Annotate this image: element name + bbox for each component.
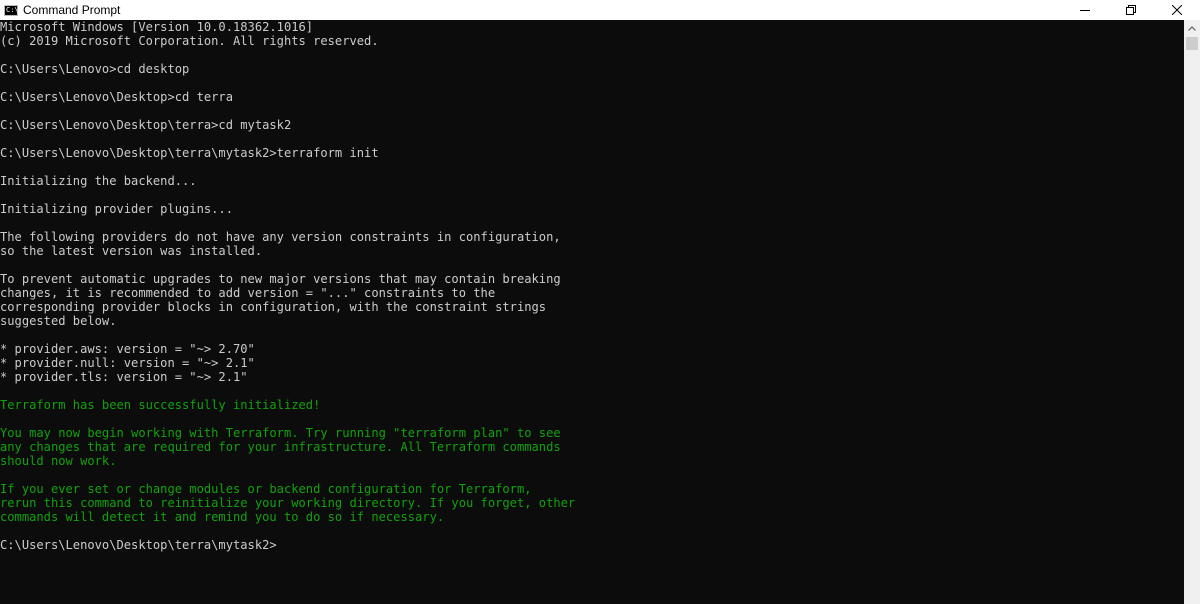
console-line: * provider.tls: version = "~> 2.1": [0, 370, 248, 384]
console-line: Initializing the backend...: [0, 174, 197, 188]
console-line: C:\Users\Lenovo\Desktop\terra\mytask2>te…: [0, 146, 379, 160]
console-line: commands will detect it and remind you t…: [0, 510, 445, 524]
close-icon: [1172, 5, 1182, 15]
scroll-thumb[interactable]: [1186, 37, 1198, 50]
console-line: C:\Users\Lenovo\Desktop\terra>cd mytask2: [0, 118, 292, 132]
console-line: so the latest version was installed.: [0, 244, 263, 258]
command-prompt-window: C:\ Command Prompt Microsoft Windows [Ve…: [0, 0, 1200, 604]
console-line: rerun this command to reinitialize your …: [0, 496, 576, 510]
console-line: corresponding provider blocks in configu…: [0, 300, 547, 314]
close-button[interactable]: [1154, 0, 1200, 20]
minimize-icon: [1080, 10, 1090, 11]
console-line: changes, it is recommended to add versio…: [0, 286, 496, 300]
console-line: * provider.null: version = "~> 2.1": [0, 356, 255, 370]
console-line: C:\Users\Lenovo\Desktop>cd terra: [0, 90, 233, 104]
app-icon-glyph: C:\: [6, 5, 19, 14]
console-line: (c) 2019 Microsoft Corporation. All righ…: [0, 34, 379, 48]
console-output[interactable]: Microsoft Windows [Version 10.0.18362.10…: [0, 20, 1184, 604]
vertical-scrollbar[interactable]: [1184, 20, 1200, 604]
console-line: To prevent automatic upgrades to new maj…: [0, 272, 561, 286]
minimize-button[interactable]: [1062, 0, 1108, 20]
console-line: Terraform has been successfully initiali…: [0, 398, 321, 412]
command-prompt-icon[interactable]: C:\: [4, 4, 19, 16]
restore-icon: [1126, 5, 1136, 15]
scroll-up-button[interactable]: [1184, 20, 1200, 36]
console-line: any changes that are required for your i…: [0, 440, 561, 454]
window-controls: [1062, 0, 1200, 20]
console-line: C:\Users\Lenovo>cd desktop: [0, 62, 190, 76]
chevron-up-icon: [1188, 25, 1196, 31]
console-line: Initializing provider plugins...: [0, 202, 233, 216]
window-title: Command Prompt: [23, 3, 121, 17]
restore-button[interactable]: [1108, 0, 1154, 20]
console-line: should now work.: [0, 454, 117, 468]
console-line: C:\Users\Lenovo\Desktop\terra\mytask2>: [0, 538, 277, 552]
console-line: If you ever set or change modules or bac…: [0, 482, 532, 496]
title-bar[interactable]: C:\ Command Prompt: [0, 0, 1200, 20]
console-line: suggested below.: [0, 314, 117, 328]
console-line: The following providers do not have any …: [0, 230, 561, 244]
console-line: You may now begin working with Terraform…: [0, 426, 561, 440]
console-line: Microsoft Windows [Version 10.0.18362.10…: [0, 20, 314, 34]
console-line: * provider.aws: version = "~> 2.70": [0, 342, 255, 356]
